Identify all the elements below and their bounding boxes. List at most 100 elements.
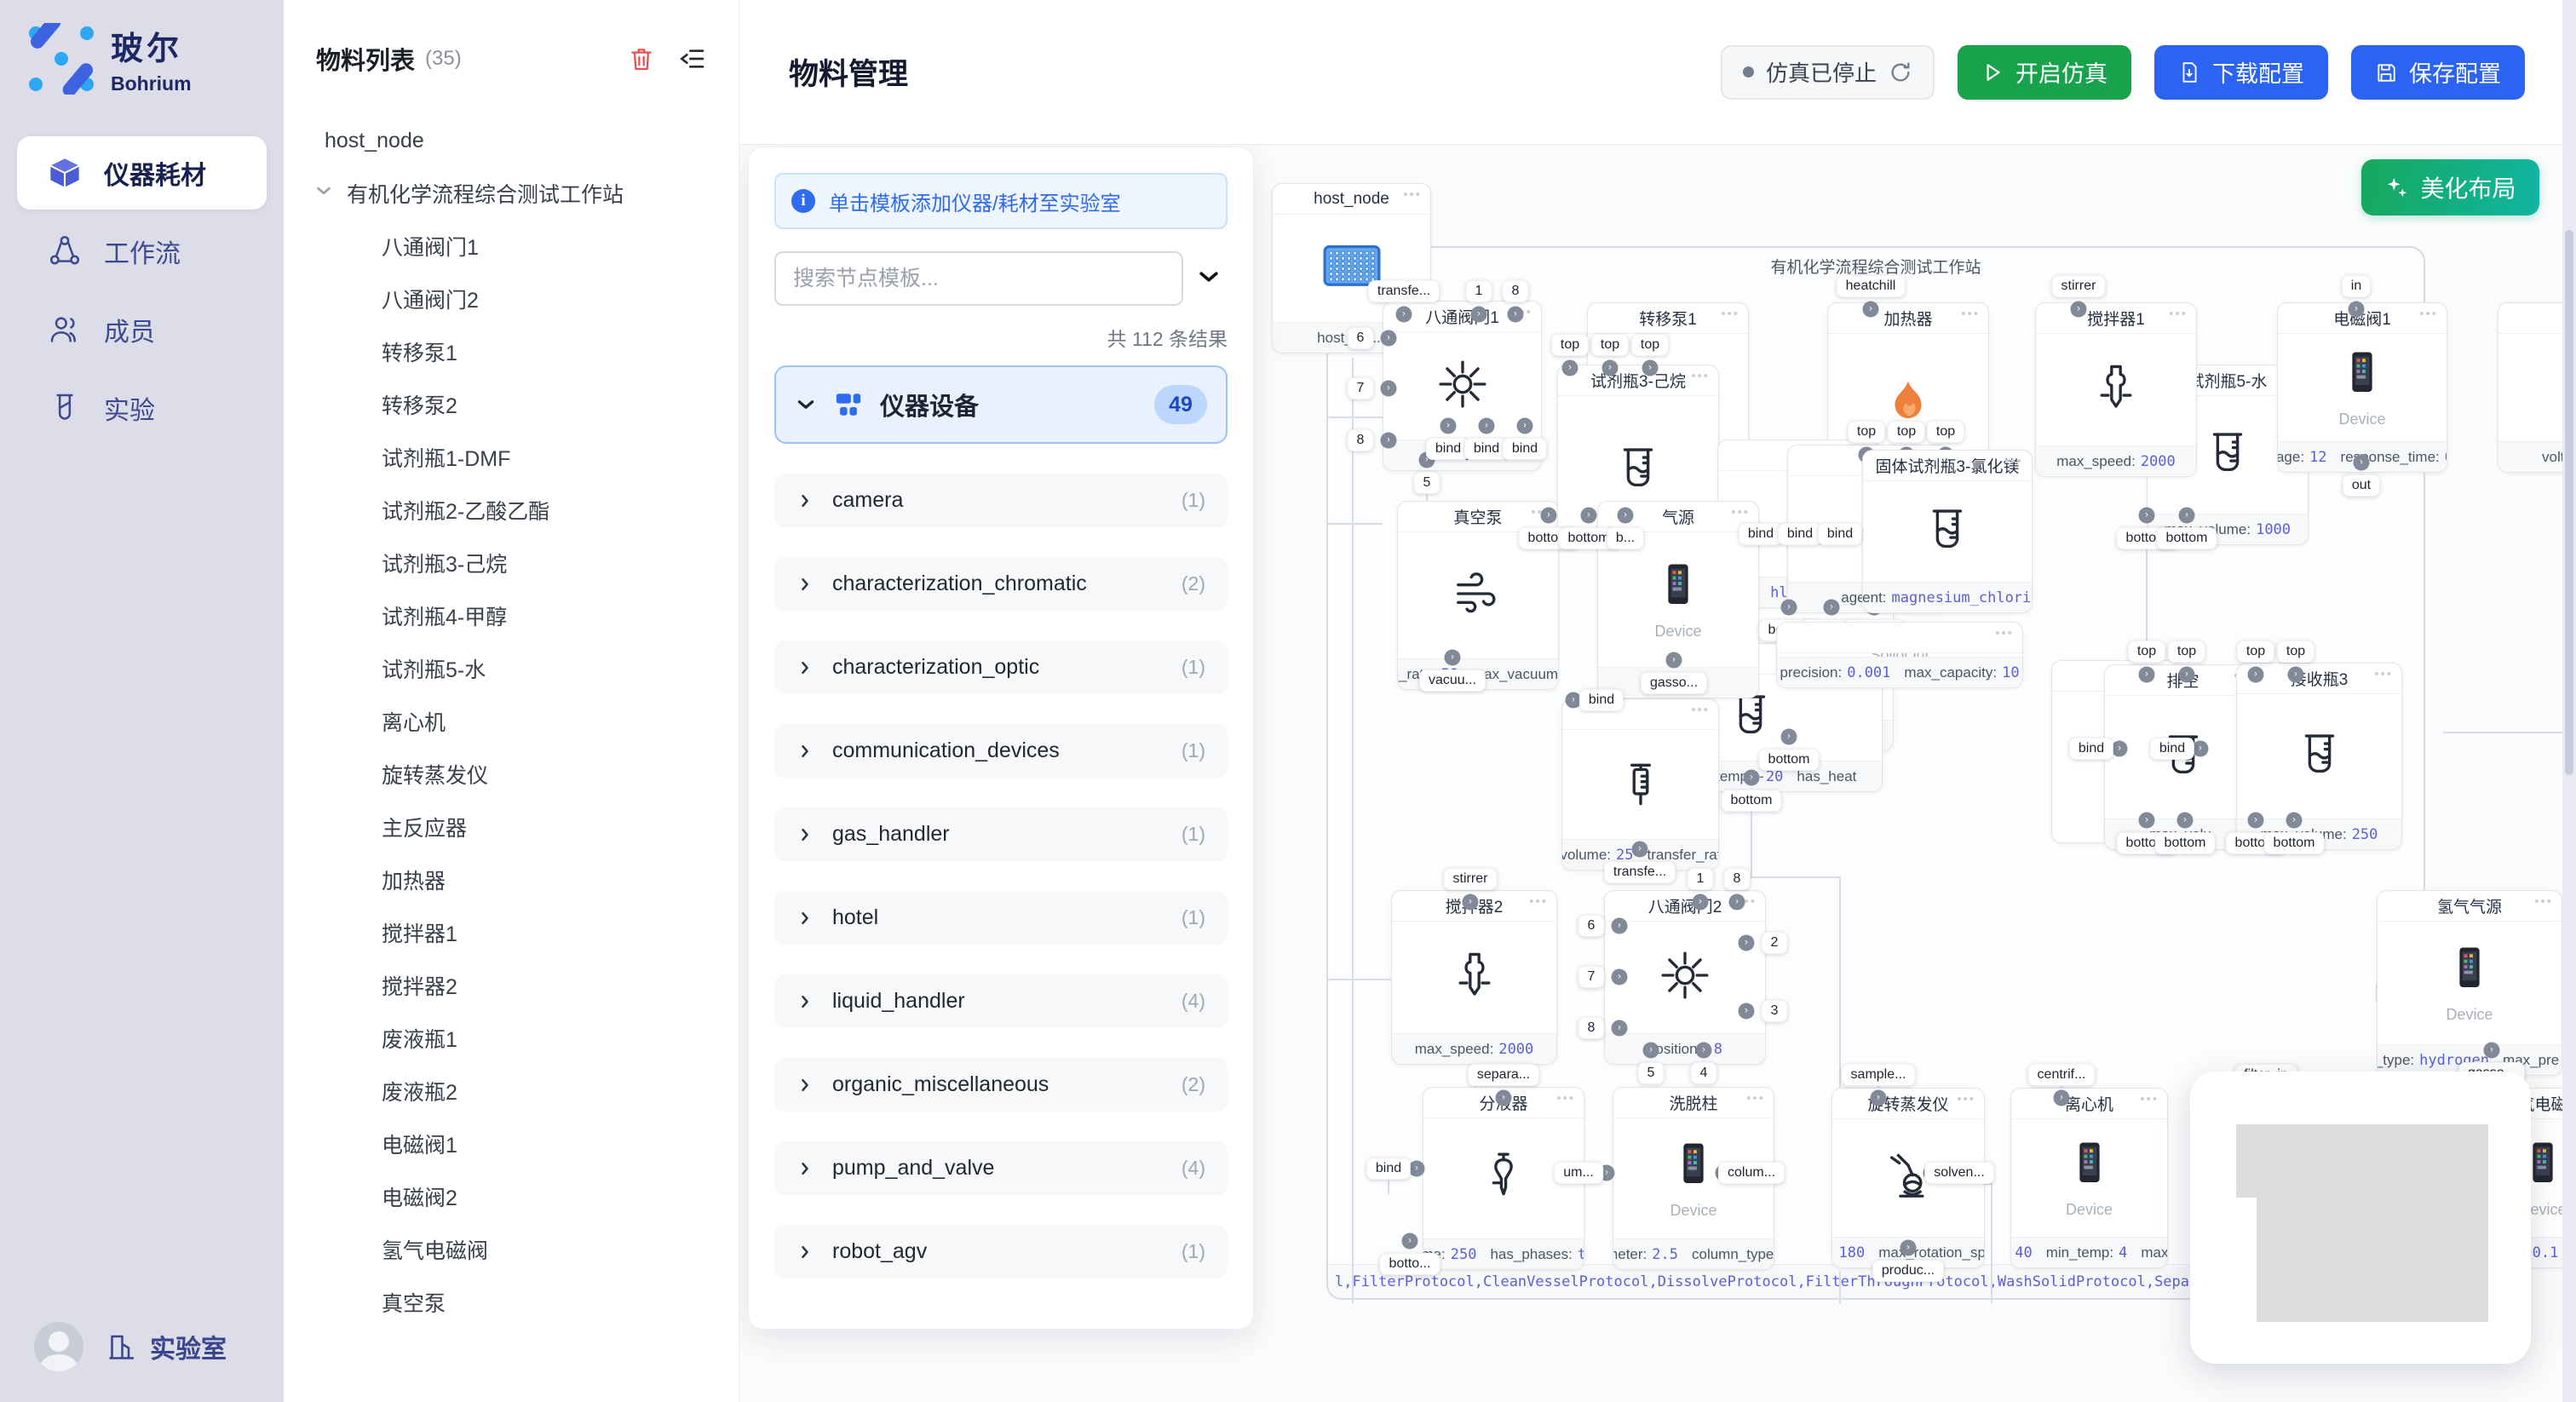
port-pill[interactable]: b...: [1607, 527, 1644, 549]
beautify-layout-button[interactable]: 美化布局: [2361, 159, 2539, 215]
avatar[interactable]: [34, 1322, 83, 1371]
port-pill[interactable]: 8: [1724, 868, 1751, 890]
port-pill[interactable]: 7: [1578, 966, 1605, 988]
category-group-instruments[interactable]: 仪器设备 49: [774, 365, 1228, 444]
port-pill[interactable]: bottom: [1759, 749, 1820, 771]
node-card[interactable]: 搅拌器1•••max_speed:2000: [2035, 302, 2197, 477]
port-pill[interactable]: 8: [1578, 1017, 1605, 1039]
flow-canvas[interactable]: 有机化学流程综合测试工作站 l,FilterProtocol,CleanVess…: [739, 145, 2562, 1402]
collapse-list-icon[interactable]: [679, 45, 706, 72]
port-pill[interactable]: 8: [1503, 280, 1529, 302]
port-pill[interactable]: in: [2342, 275, 2371, 297]
sidebar-item-members[interactable]: 成员: [17, 293, 267, 366]
node-card[interactable]: 氢气气源•••Device_type:hydrogenmax_pre: [2377, 890, 2562, 1076]
port-pill[interactable]: 7: [1348, 377, 1374, 399]
download-config-button[interactable]: 下载配置: [2154, 45, 2328, 100]
port-pill[interactable]: um...: [1554, 1162, 1603, 1184]
chevron-down-icon[interactable]: [314, 181, 335, 206]
node-card[interactable]: 固体试剂瓶3-氯化镁•••agent:magnesium_chloride: [1862, 450, 2033, 613]
port-pill[interactable]: top: [2237, 641, 2274, 663]
node-card[interactable]: 离心机•••Devicetemp:40min_temp:4max_spe: [2010, 1088, 2168, 1268]
port-pill[interactable]: top: [1848, 421, 1885, 443]
tree-item[interactable]: 转移泵2: [284, 378, 739, 431]
save-config-button[interactable]: 保存配置: [2351, 45, 2525, 100]
category-row[interactable]: gas_handler(1): [774, 807, 1228, 861]
tree-item[interactable]: 试剂瓶1-DMF: [284, 431, 739, 484]
tree-item[interactable]: 试剂瓶4-甲醇: [284, 589, 739, 642]
category-row[interactable]: pump_and_valve(4): [774, 1141, 1228, 1195]
port-pill[interactable]: top: [2128, 641, 2165, 663]
simulation-status[interactable]: 仿真已停止: [1721, 45, 1935, 100]
node-menu-icon[interactable]: •••: [1721, 307, 1739, 321]
node-menu-icon[interactable]: •••: [1731, 505, 1750, 520]
port-pill[interactable]: centrif...: [2028, 1064, 2096, 1086]
port-pill[interactable]: bind: [1579, 689, 1624, 711]
port-pill[interactable]: 8: [1348, 429, 1374, 451]
tree-item[interactable]: host_node: [284, 114, 739, 167]
category-row[interactable]: hotel(1): [774, 891, 1228, 945]
port-pill[interactable]: gasso...: [1641, 672, 1707, 694]
node-menu-icon[interactable]: •••: [2374, 667, 2393, 681]
tree-item[interactable]: 废液瓶1: [284, 1012, 739, 1065]
port-pill[interactable]: bind: [2069, 738, 2113, 760]
port-pill[interactable]: 1: [1688, 868, 1714, 890]
tree-item[interactable]: 真空泵: [284, 1276, 739, 1329]
port-pill[interactable]: colum...: [1718, 1162, 1785, 1184]
tree-item[interactable]: 旋转蒸发仪: [284, 748, 739, 801]
node-menu-icon[interactable]: •••: [2140, 1092, 2159, 1106]
tree-item[interactable]: 八通阀门1: [284, 220, 739, 273]
tree-item[interactable]: 搅拌器2: [284, 959, 739, 1012]
port-pill[interactable]: bottom: [2157, 527, 2217, 549]
category-row[interactable]: communication_devices(1): [774, 724, 1228, 778]
port-pill[interactable]: top: [2168, 641, 2205, 663]
port-pill[interactable]: bind: [1778, 523, 1822, 545]
port-pill[interactable]: bind: [1366, 1158, 1411, 1180]
port-pill[interactable]: heatchill: [1837, 275, 1906, 297]
port-pill[interactable]: bottom: [1722, 790, 1782, 812]
tree-item[interactable]: 八通阀门2: [284, 273, 739, 325]
tree-item[interactable]: 加热器: [284, 853, 739, 906]
port-pill[interactable]: 5: [1414, 472, 1440, 494]
category-row[interactable]: robot_agv(1): [774, 1225, 1228, 1278]
category-row[interactable]: characterization_optic(1): [774, 641, 1228, 694]
node-card[interactable]: 搅拌器2•••max_speed:2000: [1391, 890, 1557, 1065]
port-pill[interactable]: bind: [1739, 523, 1783, 545]
port-pill[interactable]: 3: [1762, 1000, 1788, 1022]
tree-item[interactable]: 转移泵1: [284, 325, 739, 378]
port-pill[interactable]: bottom: [2155, 832, 2216, 854]
port-pill[interactable]: 2: [1762, 932, 1788, 954]
port-pill[interactable]: produc...: [1872, 1260, 1944, 1282]
node-menu-icon[interactable]: •••: [1746, 1091, 1765, 1106]
search-input[interactable]: [774, 251, 1183, 306]
port-pill[interactable]: transfe...: [1604, 861, 1676, 883]
port-pill[interactable]: top: [1888, 421, 1925, 443]
tree-item[interactable]: 电磁阀1: [284, 1118, 739, 1170]
tree-item[interactable]: 废液瓶2: [284, 1065, 739, 1118]
node-menu-icon[interactable]: •••: [1529, 894, 1548, 909]
port-pill[interactable]: top: [1591, 334, 1629, 356]
port-pill[interactable]: top: [1551, 334, 1589, 356]
tree-item[interactable]: 电磁阀2: [284, 1170, 739, 1223]
tree-item[interactable]: 离心机: [284, 695, 739, 748]
node-card[interactable]: •••SolidOutprecision:0.001max_capacity:1…: [1776, 622, 2023, 688]
tree-item[interactable]: 试剂瓶5-水: [284, 642, 739, 695]
port-pill[interactable]: 5: [1638, 1062, 1665, 1084]
node-menu-icon[interactable]: •••: [1403, 187, 1422, 202]
port-pill[interactable]: top: [1631, 334, 1669, 356]
category-row[interactable]: camera(1): [774, 474, 1228, 527]
port-pill[interactable]: solven...: [1924, 1162, 1994, 1184]
category-row[interactable]: organic_miscellaneous(2): [774, 1058, 1228, 1112]
node-menu-icon[interactable]: •••: [2169, 307, 2188, 321]
lab-link[interactable]: 实验室: [106, 1328, 227, 1365]
tree-item[interactable]: 试剂瓶3-己烷: [284, 537, 739, 589]
port-pill[interactable]: 4: [1691, 1062, 1717, 1084]
sidebar-item-instruments[interactable]: 仪器耗材: [17, 136, 267, 210]
trash-icon[interactable]: [628, 45, 655, 72]
port-pill[interactable]: top: [1927, 421, 1964, 443]
port-pill[interactable]: transfe...: [1368, 280, 1440, 302]
node-card[interactable]: 八通阀门2•••positions:8: [1604, 890, 1766, 1065]
port-pill[interactable]: sample...: [1842, 1064, 1916, 1086]
tree-item[interactable]: 主反应器: [284, 801, 739, 853]
category-row[interactable]: liquid_handler(4): [774, 974, 1228, 1028]
port-pill[interactable]: stirrer: [2052, 275, 2106, 297]
